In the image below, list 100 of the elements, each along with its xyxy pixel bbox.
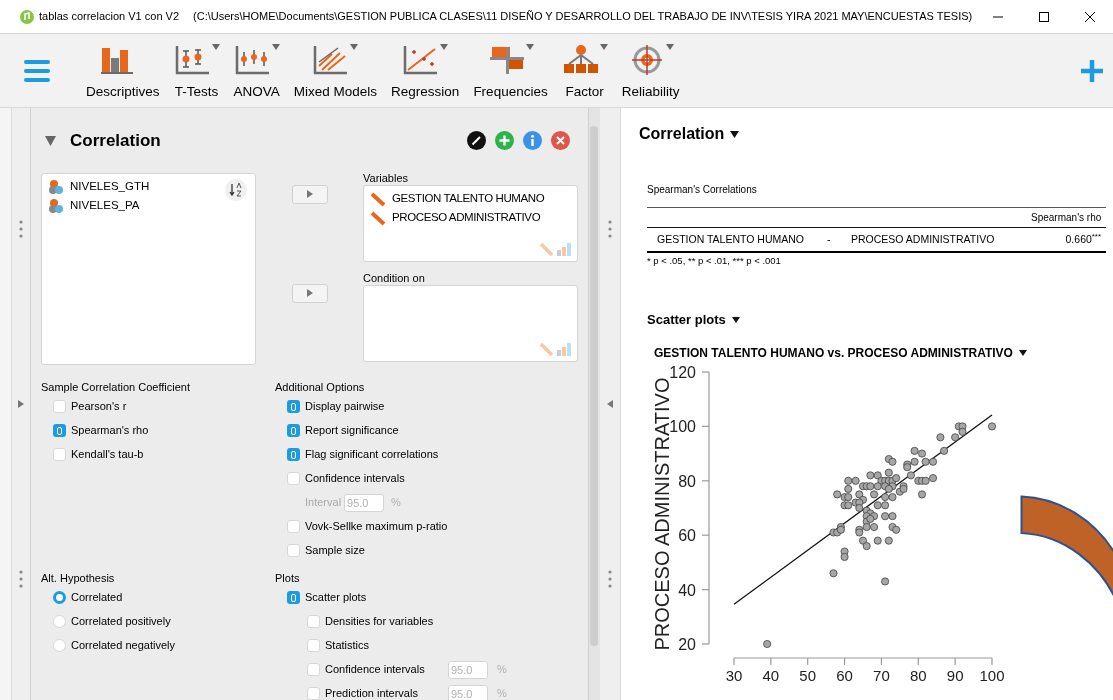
checkbox[interactable] [307,687,320,700]
collapse-arrow-icon[interactable] [607,400,613,408]
data-point [862,541,871,550]
variable-name[interactable]: PROCESO ADMINISTRATIVO [392,209,541,227]
section-label: Plots [275,570,301,586]
window-title: tablas correlacion V1 con V2 [39,9,180,25]
scrollbar[interactable] [588,108,600,700]
data-point [892,473,901,482]
data-point [881,577,890,586]
radio-button[interactable] [53,591,66,604]
checkbox[interactable] [307,663,320,676]
option-label: Correlated positively [71,614,171,630]
data-point [988,422,996,431]
drag-handle-icon[interactable] [19,570,23,588]
section-label: Additional Options [275,379,366,395]
option-label: Densities for variables [325,614,435,630]
toolbar-button[interactable]: Reliability [615,38,686,103]
field-label: Interval [305,495,342,511]
dropdown-caret-icon[interactable] [730,130,740,138]
dropdown-caret-icon[interactable] [731,317,740,323]
percent-label: % [391,495,401,511]
tick-label: 80 [678,472,696,490]
results-title: Correlation [639,124,725,144]
add-icon[interactable] [495,131,514,151]
checkbox[interactable] [307,639,320,652]
add-module-button[interactable] [1079,57,1105,84]
drag-handle-icon[interactable] [19,220,23,238]
option-label: Correlated [71,590,123,606]
checkbox[interactable] [53,400,66,413]
data-point [921,457,930,466]
checkbox[interactable] [287,400,300,413]
nominal-variable-icon [48,198,64,214]
table-cell-text: GESTION TALENTO HUMANO [657,231,806,247]
tick-label: 20 [678,635,696,653]
option-label: Display pairwise [305,399,385,415]
option-label: Confidence intervals [325,662,426,678]
checkbox[interactable] [287,544,300,557]
ruler-icon [370,210,386,226]
section-label: Sample Correlation Coefficient [41,379,191,395]
variable-name[interactable]: GESTION TALENTO HUMANO [392,190,545,208]
data-point [884,536,893,545]
move-button[interactable] [291,283,328,303]
data-point [917,490,926,499]
toolbar-button[interactable]: Factor [555,38,614,103]
toolbar-button[interactable]: T-Tests [167,38,226,103]
maximize-icon[interactable] [1039,11,1049,22]
drag-handle-icon[interactable] [608,570,612,588]
tick-label: 40 [678,581,696,599]
ruler-icon [370,191,386,207]
data-point [917,449,926,458]
info-icon[interactable] [523,131,542,151]
option-label: Statistics [325,638,370,654]
expand-arrow-icon[interactable] [18,400,24,408]
toolbar-button[interactable]: Regression [385,38,466,103]
data-point [936,433,945,442]
data-point [958,427,967,436]
data-point [866,514,875,523]
sort-icon[interactable] [225,178,247,201]
error-bar-icon [233,44,272,77]
analysis-title: Correlation [70,130,161,152]
checkbox[interactable] [287,448,300,461]
menu-button[interactable] [24,59,50,82]
move-button[interactable] [291,184,328,204]
variable-name[interactable]: NIVELES_PA [70,197,140,215]
dropdown-caret-icon[interactable] [1018,349,1027,356]
data-point [862,522,871,531]
option-label: Sample size [305,543,365,559]
option-label: Flag significant correlations [305,447,439,463]
checkbox[interactable] [53,448,66,461]
toolbar-button[interactable]: Descriptives [80,38,166,103]
edit-icon[interactable] [467,131,486,151]
collapse-arrow-icon[interactable] [45,135,56,146]
nominal-variable-icon [48,179,64,195]
table-title: Spearman's Correlations [647,183,758,197]
data-point [888,492,897,501]
checkbox[interactable] [287,424,300,437]
checkbox[interactable] [287,472,300,485]
checkbox[interactable] [287,520,300,533]
toolbar-button[interactable]: ANOVA [227,38,286,103]
toolbar-button[interactable]: Frequencies [467,38,554,103]
checkbox[interactable] [53,424,66,437]
data-point [855,503,864,512]
data-point [855,528,864,537]
close-icon[interactable] [1085,11,1095,22]
data-point [763,639,772,648]
column-header: Spearman's rho [1031,211,1101,225]
data-point [881,501,890,510]
checkbox[interactable] [287,591,300,604]
tick-label: 60 [836,666,853,684]
percent-label: % [497,686,507,700]
option-label: Confidence intervals [305,471,405,487]
file-path: (C:\Users\HOME\Documents\GESTION PUBLICA CLASES\11 DISEÑO Y DESARROLLO DEL TRABAJO DE INV\TESIS YIRA 2021 MAY\ENCUESTAS TESIS) [193,9,973,25]
variable-name[interactable]: NIVELES_GTH [70,178,150,196]
checkbox[interactable] [307,615,320,628]
toolbar-button[interactable]: Mixed Models [287,38,384,103]
table-blocks-icon [487,44,526,77]
drag-handle-icon[interactable] [608,220,612,238]
section-title: Scatter plots [647,311,726,330]
variable-types-icon [539,340,573,357]
tick-label: 30 [725,666,743,684]
